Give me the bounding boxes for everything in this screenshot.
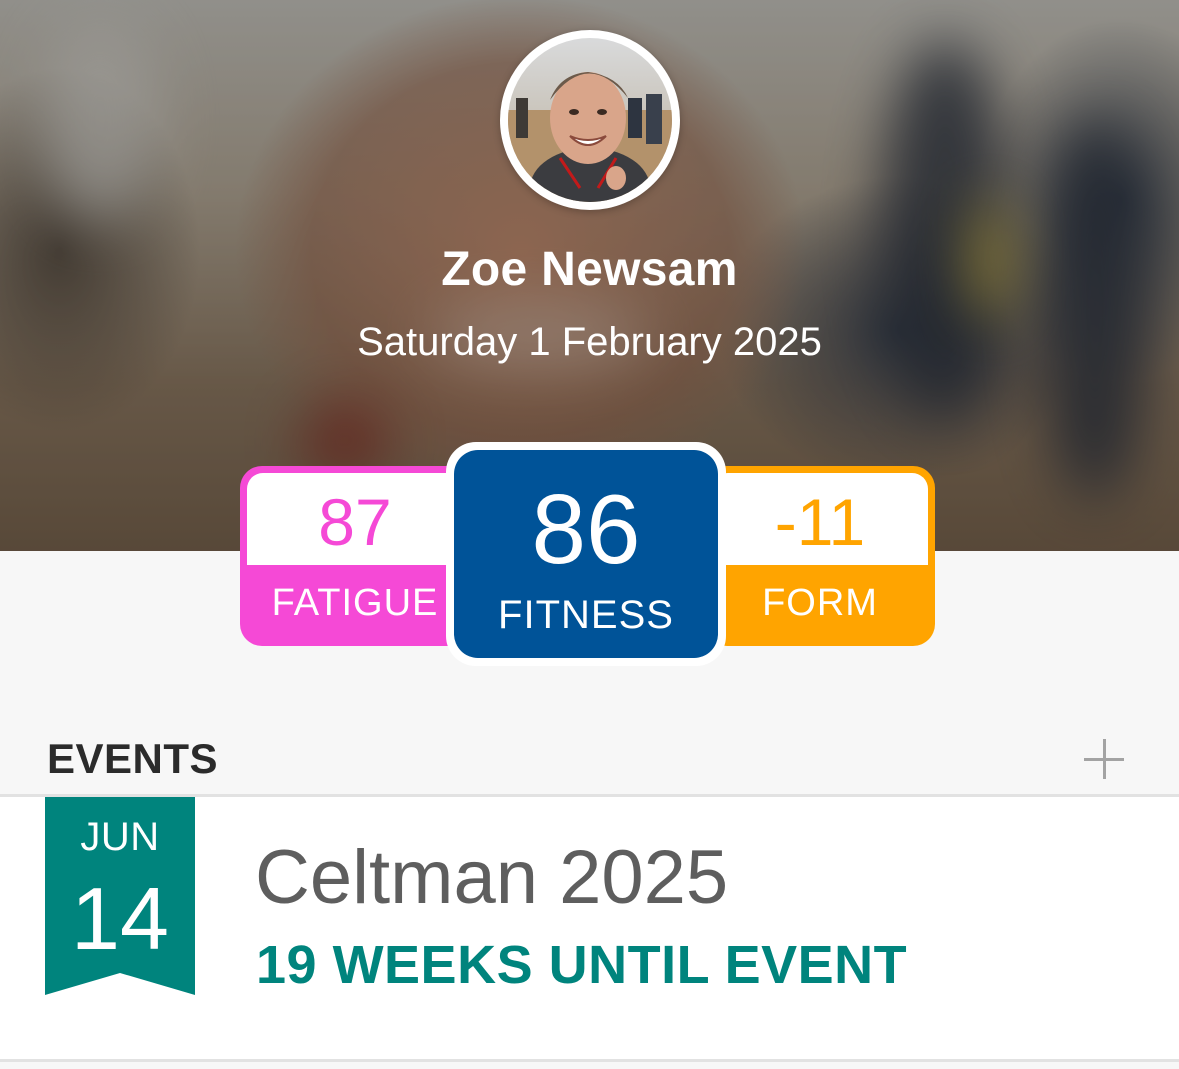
app-screen: Zoe Newsam Saturday 1 February 2025 87 F… bbox=[0, 0, 1179, 1069]
event-name: Celtman 2025 bbox=[255, 835, 729, 920]
current-date: Saturday 1 February 2025 bbox=[357, 320, 822, 364]
form-card[interactable]: -11 FORM bbox=[705, 466, 935, 646]
fatigue-value: 87 bbox=[247, 473, 463, 565]
fatigue-card[interactable]: 87 FATIGUE bbox=[240, 466, 470, 646]
fitness-value: 86 bbox=[531, 474, 641, 584]
form-value: -11 bbox=[712, 473, 928, 565]
fitness-card[interactable]: 86 FITNESS bbox=[446, 442, 726, 666]
user-name: Zoe Newsam bbox=[441, 243, 738, 296]
event-date-badge: JUN 14 bbox=[45, 797, 195, 995]
add-event-button[interactable] bbox=[1082, 737, 1126, 781]
event-countdown: 19 WEEKS UNTIL EVENT bbox=[256, 935, 908, 995]
fatigue-label: FATIGUE bbox=[271, 582, 439, 624]
fitness-label: FITNESS bbox=[498, 593, 674, 637]
event-month: JUN bbox=[80, 815, 160, 859]
divider bbox=[0, 1059, 1179, 1062]
event-list-item[interactable]: JUN 14 Celtman 2025 19 WEEKS UNTIL EVENT bbox=[0, 797, 1179, 1059]
events-section-title: EVENTS bbox=[47, 735, 219, 782]
form-label: FORM bbox=[762, 582, 878, 624]
avatar[interactable] bbox=[500, 30, 680, 210]
event-day: 14 bbox=[71, 869, 169, 968]
avatar-photo bbox=[508, 38, 672, 202]
